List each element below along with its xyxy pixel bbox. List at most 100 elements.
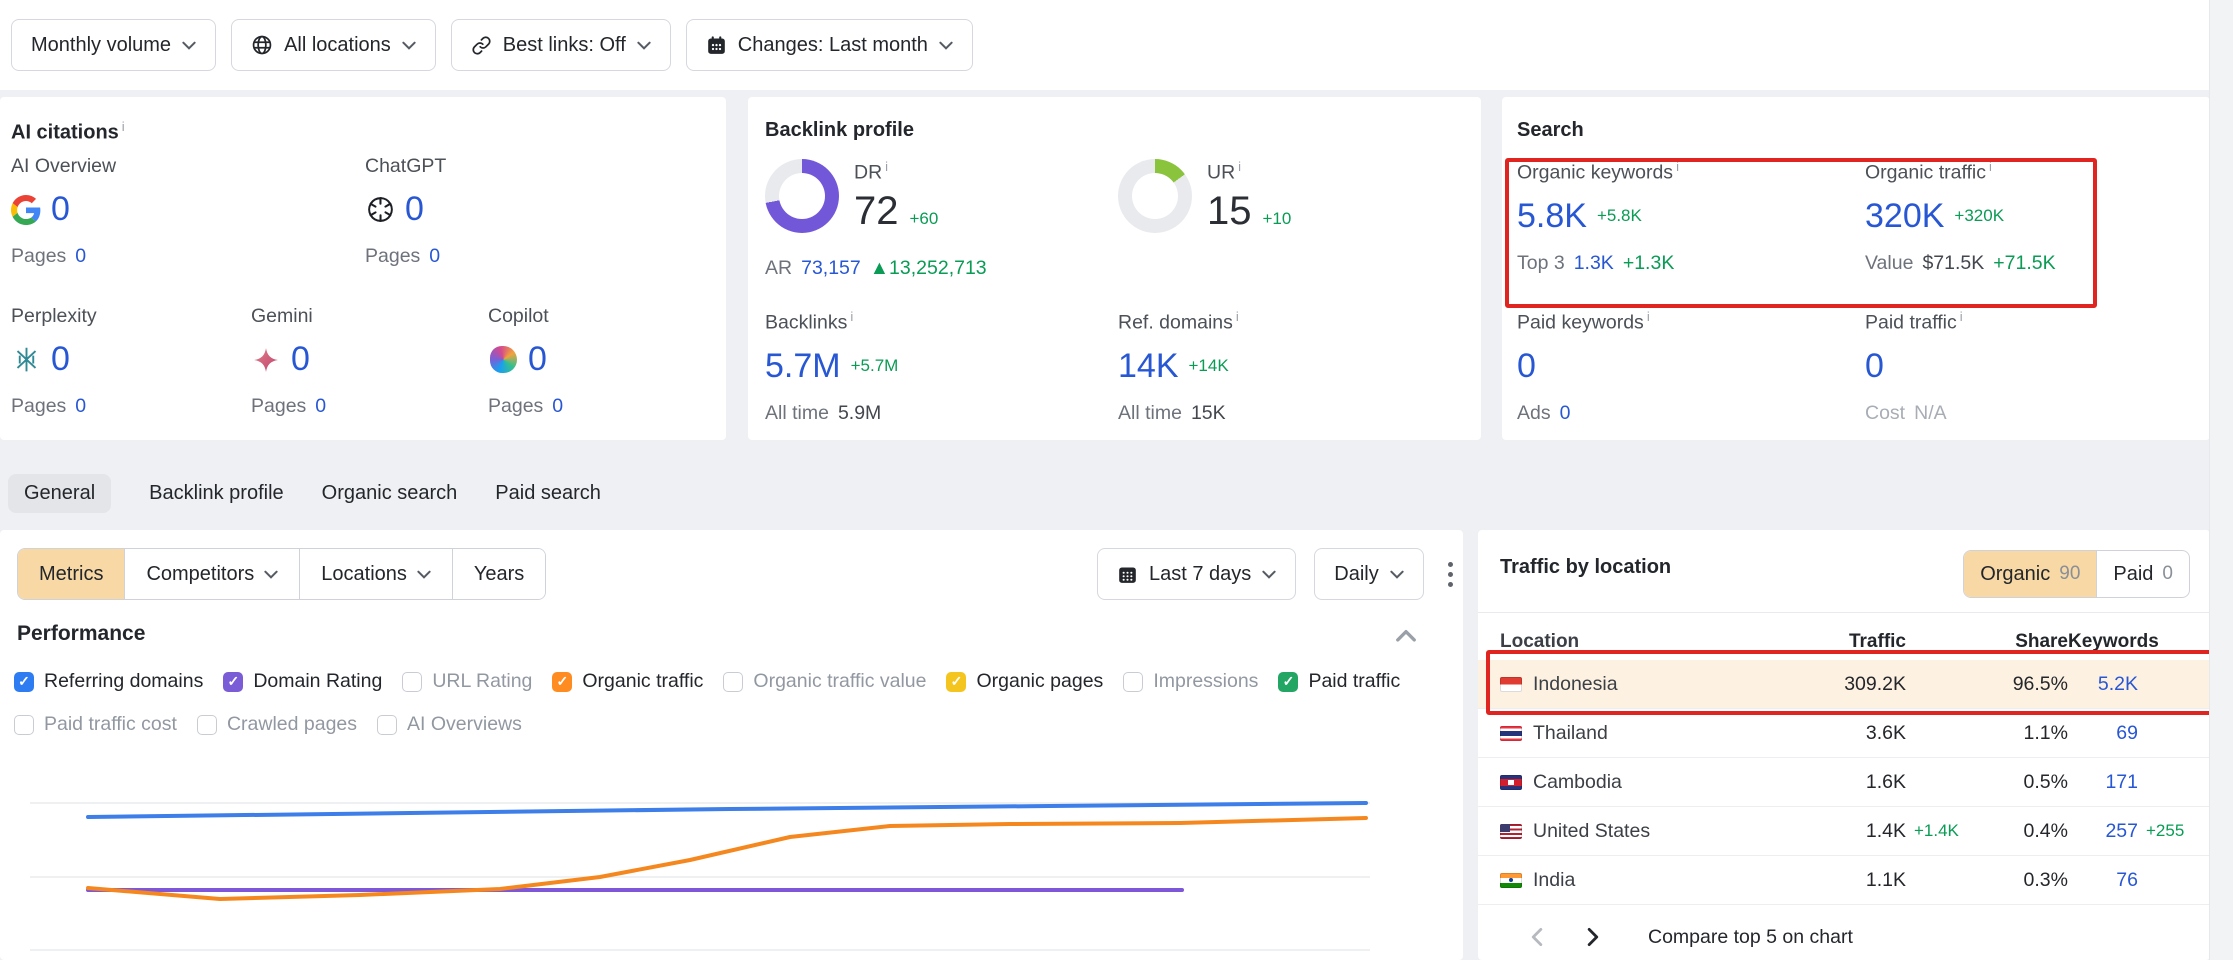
tab-general[interactable]: General — [8, 474, 111, 513]
checkbox-box — [723, 672, 743, 692]
segment-years[interactable]: Years — [452, 549, 545, 599]
performance-card: Metrics Competitors Locations Years Last… — [0, 530, 1463, 960]
tab-organic-search[interactable]: Organic search — [322, 474, 458, 513]
vertical-scrollbar[interactable] — [2209, 0, 2233, 960]
location-table-footer: Compare top 5 on chart — [1478, 914, 2210, 960]
chevron-up-icon — [1395, 628, 1417, 643]
chatgpt-pages-link[interactable]: 0 — [429, 245, 440, 268]
search-card: Search Organic keywordsi 5.8K+5.8K Top 3… — [1502, 97, 2210, 440]
top-filter-toolbar: Monthly volume All locations Best links:… — [0, 0, 2233, 90]
search-title: Search — [1517, 119, 1584, 142]
chart-line-referring-domains — [88, 803, 1366, 817]
backlinks-metric: Backlinksi 5.7M+5.7M All time5.9M — [765, 309, 898, 425]
prev-page-button[interactable] — [1530, 927, 1543, 947]
report-tabs: General Backlink profile Organic search … — [8, 470, 601, 516]
ai-citations-title: AI citationsi — [11, 119, 125, 145]
ai-overview-pages-link[interactable]: 0 — [75, 245, 86, 268]
google-icon — [11, 195, 41, 225]
backlinks-value[interactable]: 5.7M — [765, 347, 841, 386]
perplexity-icon — [11, 345, 41, 375]
table-row-thailand[interactable]: Thailand 3.6K 1.1% 69 — [1478, 709, 2210, 758]
table-row-indonesia[interactable]: Indonesia 309.2K 96.5% 5.2K — [1478, 660, 2210, 709]
tab-backlink-profile[interactable]: Backlink profile — [149, 474, 284, 513]
checkbox-referring-domains[interactable]: Referring domains — [14, 670, 203, 693]
checkbox-organic-pages[interactable]: Organic pages — [946, 670, 1103, 693]
domain-rating-block: DRi 72+60 — [765, 159, 938, 234]
location-table-header: Location Traffic Share Keywords — [1478, 624, 2210, 660]
segment-competitors[interactable]: Competitors — [124, 549, 299, 599]
segment-metrics[interactable]: Metrics — [18, 549, 124, 599]
checkbox-url-rating[interactable]: URL Rating — [402, 670, 532, 693]
paid-keywords-value[interactable]: 0 — [1517, 347, 1536, 386]
checkbox-impressions[interactable]: Impressions — [1123, 670, 1258, 693]
gemini-pages-link[interactable]: 0 — [315, 395, 326, 418]
more-options-kebab-icon[interactable] — [1442, 553, 1459, 595]
locations-dropdown[interactable]: All locations — [231, 19, 436, 71]
calendar-icon — [1117, 564, 1138, 585]
info-icon[interactable]: i — [1236, 309, 1239, 324]
info-icon[interactable]: i — [1989, 159, 1992, 174]
compare-top5-button[interactable]: Compare top 5 on chart — [1648, 926, 1853, 949]
checkbox-box — [14, 715, 34, 735]
domain-overview-page: Monthly volume All locations Best links:… — [0, 0, 2233, 960]
info-icon[interactable]: i — [885, 159, 888, 174]
performance-line-chart[interactable] — [30, 775, 1370, 960]
ads-value[interactable]: 0 — [1560, 402, 1571, 425]
ref-domains-value[interactable]: 14K — [1118, 347, 1179, 386]
organic-keywords-value[interactable]: 5.8K — [1517, 197, 1587, 236]
keywords-link[interactable]: 69 — [2068, 722, 2138, 745]
granularity-dropdown[interactable]: Daily — [1314, 548, 1423, 600]
checkbox-box — [946, 672, 966, 692]
best-links-dropdown[interactable]: Best links: Off — [451, 19, 671, 71]
organic-traffic-value[interactable]: 320K — [1865, 197, 1944, 236]
keywords-link[interactable]: 257 — [2068, 820, 2138, 843]
gemini-value[interactable]: 0 — [291, 340, 310, 379]
checkbox-organic-traffic[interactable]: Organic traffic — [552, 670, 703, 693]
keywords-link[interactable]: 5.2K — [2068, 673, 2138, 696]
tab-paid-search[interactable]: Paid search — [495, 474, 601, 513]
info-icon[interactable]: i — [1676, 159, 1679, 174]
checkbox-box — [552, 672, 572, 692]
table-row-united-states[interactable]: United States 1.4K+1.4K 0.4% 257+255 — [1478, 807, 2210, 856]
keywords-link[interactable]: 76 — [2068, 869, 2138, 892]
perplexity-pages-link[interactable]: 0 — [75, 395, 86, 418]
toggle-paid[interactable]: Paid0 — [2096, 551, 2189, 597]
performance-section-title: Performance — [17, 622, 145, 646]
toggle-organic[interactable]: Organic90 — [1964, 551, 2096, 597]
paid-traffic-value[interactable]: 0 — [1865, 347, 1884, 386]
perplexity-metric: Perplexity 0 Pages0 — [11, 305, 97, 418]
traffic-value-amount: $71.5K — [1922, 252, 1984, 275]
checkbox-domain-rating[interactable]: Domain Rating — [223, 670, 382, 693]
info-icon[interactable]: i — [1238, 159, 1241, 174]
perplexity-value[interactable]: 0 — [51, 340, 70, 379]
ai-overview-value[interactable]: 0 — [51, 190, 70, 229]
chatgpt-metric: ChatGPT 0 Pages0 — [365, 155, 446, 268]
organic-count: 90 — [2059, 563, 2080, 585]
granularity-label: Daily — [1334, 563, 1378, 586]
info-icon[interactable]: i — [850, 309, 853, 324]
paid-keywords-metric: Paid keywordsi 0 Ads0 — [1517, 309, 1650, 425]
top3-value[interactable]: 1.3K — [1574, 252, 1614, 275]
collapse-section-button[interactable] — [1395, 628, 1417, 648]
segment-locations[interactable]: Locations — [299, 549, 452, 599]
checkbox-paid-traffic-cost[interactable]: Paid traffic cost — [14, 713, 177, 736]
checkbox-organic-traffic-value[interactable]: Organic traffic value — [723, 670, 926, 693]
chatgpt-value[interactable]: 0 — [405, 190, 424, 229]
copilot-pages-link[interactable]: 0 — [552, 395, 563, 418]
copilot-value[interactable]: 0 — [528, 340, 547, 379]
next-page-button[interactable] — [1587, 927, 1600, 947]
table-row-cambodia[interactable]: Cambodia 1.6K 0.5% 171 — [1478, 758, 2210, 807]
checkbox-paid-traffic[interactable]: Paid traffic — [1278, 670, 1400, 693]
thailand-flag-icon — [1500, 726, 1522, 741]
monthly-volume-dropdown[interactable]: Monthly volume — [11, 19, 216, 71]
keywords-link[interactable]: 171 — [2068, 771, 2138, 794]
checkbox-ai-overviews[interactable]: AI Overviews — [377, 713, 522, 736]
date-range-dropdown[interactable]: Last 7 days — [1097, 548, 1296, 600]
info-icon[interactable]: i — [1647, 309, 1650, 324]
changes-dropdown[interactable]: Changes: Last month — [686, 19, 973, 71]
info-icon[interactable]: i — [122, 119, 125, 134]
ar-value-link[interactable]: 73,157 — [801, 257, 861, 280]
checkbox-crawled-pages[interactable]: Crawled pages — [197, 713, 357, 736]
info-icon[interactable]: i — [1960, 309, 1963, 324]
table-row-india[interactable]: India 1.1K 0.3% 76 — [1478, 856, 2210, 905]
